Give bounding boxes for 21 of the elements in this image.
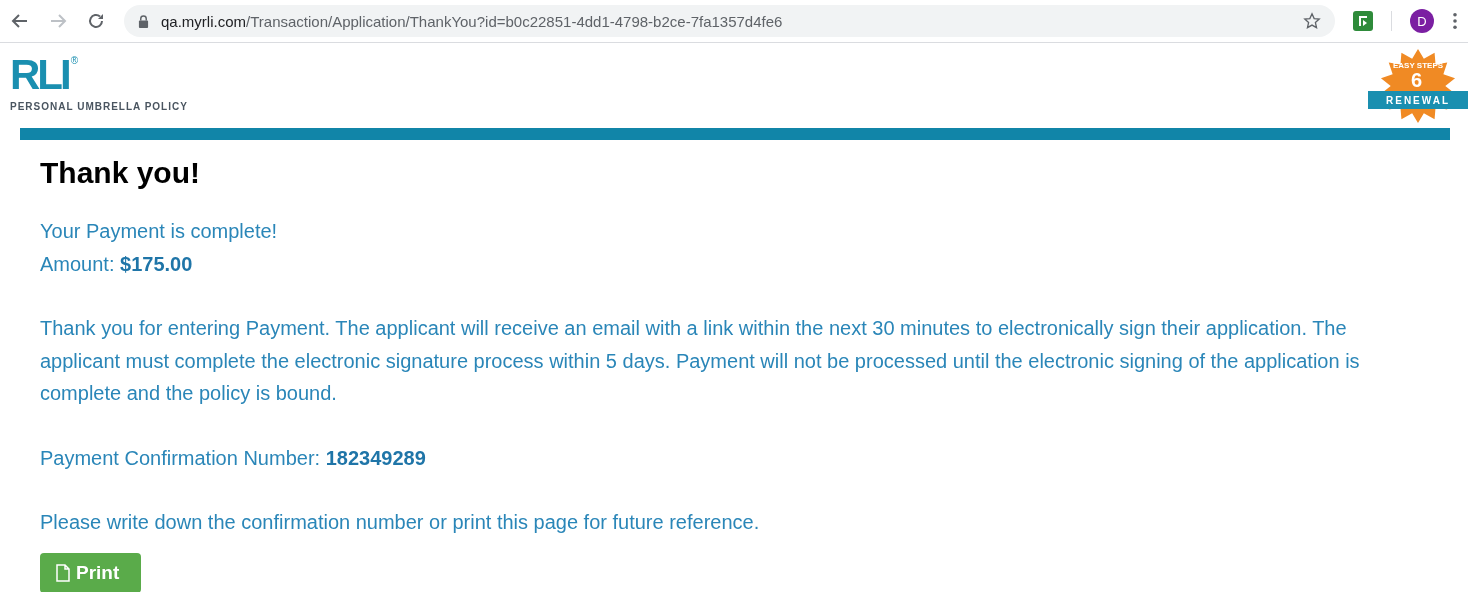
badge-number: 6 — [1411, 69, 1423, 92]
message-paragraph: Thank you for entering Payment. The applicant will receive an email with a link within the next 30 minutes to electronically sign their application. The applicant must complete the electronic signature process within 5 days. Payment will not be processed until the electronic signing of the application is complete and the policy is bound. — [40, 316, 1361, 406]
menu-icon[interactable] — [1452, 12, 1458, 30]
address-bar[interactable]: qa.myrli.com/Transaction/Application/ThankYou?id=b0c22851-4dd1-4798-b2ce-7fa1357d4fe6 — [124, 5, 1335, 37]
page-heading: Thank you! — [40, 155, 201, 191]
logo-subtitle: PERSONAL UMBRELLA POLICY — [10, 101, 188, 112]
star-icon[interactable] — [1303, 12, 1321, 30]
badge-arc-text: EASY STEPS — [1391, 61, 1445, 70]
logo-text: RLI — [10, 55, 69, 95]
document-icon — [56, 563, 70, 582]
status-text: Your Payment is complete! — [40, 219, 279, 244]
reload-icon[interactable] — [86, 11, 106, 31]
extension-icon[interactable] — [1353, 11, 1373, 31]
amount-text: Amount: $175.00 — [40, 251, 194, 277]
url-text: qa.myrli.com/Transaction/Application/ThankYou?id=b0c22851-4dd1-4798-b2ce-7fa1357d4fe6 — [161, 12, 784, 30]
lock-icon — [138, 14, 149, 28]
badge-ribbon: RENEWAL — [1368, 91, 1468, 109]
registered-mark: ® — [70, 55, 79, 66]
reference-note: Please write down the confirmation number or print this page for future reference. — [40, 510, 761, 535]
profile-avatar[interactable]: D — [1410, 9, 1434, 33]
confirmation-text: Payment Confirmation Number: 182349289 — [40, 445, 427, 471]
